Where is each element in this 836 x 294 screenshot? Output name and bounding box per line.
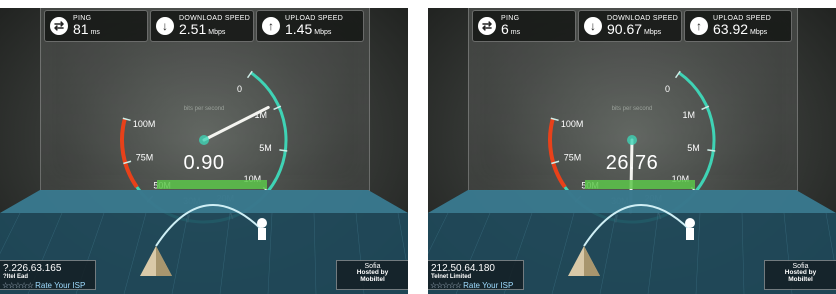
gauge-caption: bits per second — [612, 106, 653, 112]
client-info-box: 212.50.64.180 Telnet Limited ☆☆☆☆☆ Rate … — [428, 260, 524, 290]
client-ip: 212.50.64.180 — [431, 263, 495, 274]
rating-stars-icon[interactable]: ☆☆☆☆☆ — [430, 281, 462, 290]
gauge-tick-label: 1M — [682, 110, 695, 120]
host-name: Mobiltel — [360, 275, 385, 283]
gauge-tick-label: 0 — [237, 84, 242, 94]
gauge-caption: bits per second — [184, 106, 225, 112]
server-info-box: Sofia Hosted by Mobiltel — [336, 260, 408, 290]
gauge-tick — [707, 149, 716, 152]
rate-isp-label: Rate Your ISP — [35, 281, 86, 290]
client-isp: ?ltel Ead — [3, 274, 29, 280]
current-speed: 0.90 — [183, 152, 225, 174]
rate-isp-link[interactable]: ☆☆☆☆☆ Rate Your ISP — [2, 281, 85, 290]
gauge-hub — [627, 135, 637, 145]
client-isp: Telnet Limited — [431, 274, 472, 280]
gauge-tick-label: 100M — [561, 119, 584, 129]
host-name: Mobiltel — [788, 275, 813, 283]
rating-stars-icon[interactable]: ☆☆☆☆☆ — [2, 281, 34, 290]
speedtest-panel-2: ⇄ PING 6 ms ↓ DOWNLOAD SPEED 90.67 Mbps ↑ … — [428, 8, 836, 294]
map-platform: ?.226.63.165 ?ltel Ead ☆☆☆☆☆ Rate Your I… — [0, 188, 408, 294]
gauge-tick-label: 0 — [665, 84, 670, 94]
client-ip: ?.226.63.165 — [3, 263, 62, 274]
gauge-hub — [199, 135, 209, 145]
client-info-box: ?.226.63.165 ?ltel Ead ☆☆☆☆☆ Rate Your I… — [0, 260, 96, 290]
speedtest-panel-1: ⇄ PING 81 ms ↓ DOWNLOAD SPEED 2.51 Mbps ↑ … — [0, 8, 408, 294]
rate-isp-label: Rate Your ISP — [463, 281, 514, 290]
server-info-box: Sofia Hosted by Mobiltel — [764, 260, 836, 290]
gauge-needle — [202, 105, 270, 142]
rate-isp-link[interactable]: ☆☆☆☆☆ Rate Your ISP — [430, 281, 513, 290]
gauge-tick-label: 100M — [133, 119, 156, 129]
current-speed: 26.76 — [605, 152, 659, 174]
gauge-tick — [279, 149, 288, 152]
map-platform: 212.50.64.180 Telnet Limited ☆☆☆☆☆ Rate … — [428, 188, 836, 294]
